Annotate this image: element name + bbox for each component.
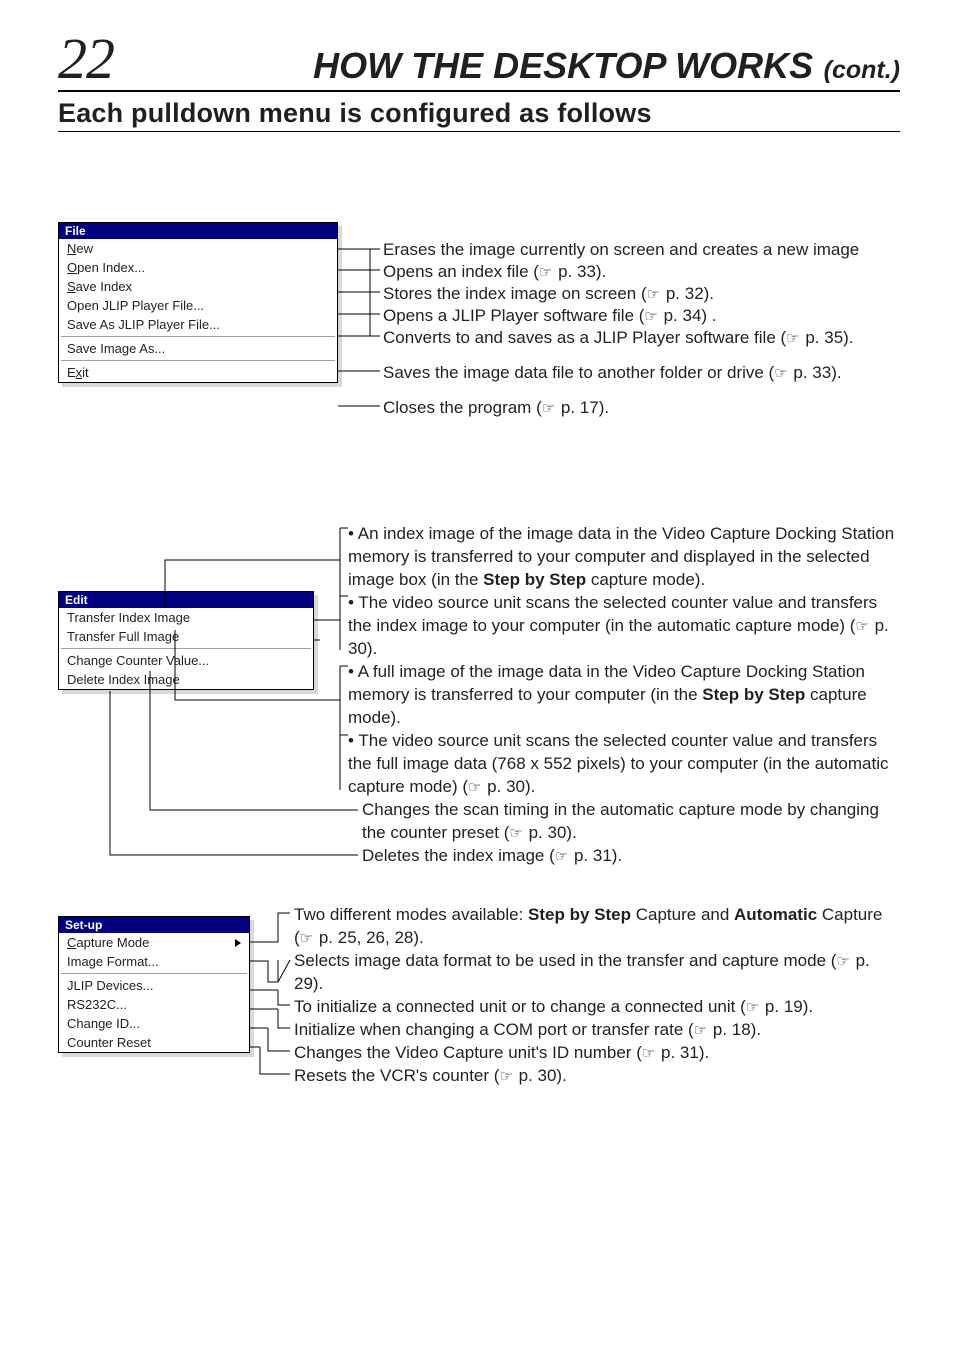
- menu-item-delete-index[interactable]: Delete Index Image: [59, 670, 313, 689]
- page-title-cont: (cont.): [824, 56, 900, 84]
- desc-jlip-devices: To initialize a connected unit or to cha…: [294, 996, 900, 1019]
- menu-item-image-format[interactable]: Image Format...: [59, 952, 249, 971]
- desc-transfer-index-bullet1: • An index image of the image data in th…: [348, 523, 902, 591]
- desc-change-id: Changes the Video Capture unit's ID numb…: [294, 1042, 900, 1065]
- desc-transfer-full-bullet2: • The video source unit scans the select…: [348, 730, 902, 798]
- menu-title-setup: Set-up: [59, 917, 249, 933]
- desc-delete-index: Deletes the index image ( p. 31).: [362, 845, 902, 868]
- menu-item-new[interactable]: New: [59, 239, 337, 258]
- page-title: HOW THE DESKTOP WORKS: [313, 45, 813, 86]
- desc-new: Erases the image currently on screen and…: [383, 239, 859, 262]
- desc-capture-mode: Two different modes available: Step by S…: [294, 904, 900, 950]
- desc-save-jlip: Converts to and saves as a JLIP Player s…: [383, 327, 854, 350]
- menu-item-jlip-devices[interactable]: JLIP Devices...: [59, 976, 249, 995]
- file-menu: File New Open Index... Save Index Open J…: [58, 222, 338, 383]
- menu-item-save-index[interactable]: Save Index: [59, 277, 337, 296]
- menu-item-capture-mode[interactable]: Capture Mode: [59, 933, 249, 952]
- desc-image-format: Selects image data format to be used in …: [294, 950, 900, 996]
- menu-item-open-index[interactable]: Open Index...: [59, 258, 337, 277]
- menu-separator: [61, 648, 311, 649]
- menu-item-transfer-index[interactable]: Transfer Index Image: [59, 608, 313, 627]
- menu-item-change-counter[interactable]: Change Counter Value...: [59, 651, 313, 670]
- desc-exit: Closes the program ( p. 17).: [383, 397, 609, 420]
- menu-item-exit[interactable]: Exit: [59, 363, 337, 382]
- menu-item-save-jlip[interactable]: Save As JLIP Player File...: [59, 315, 337, 334]
- menu-item-change-id[interactable]: Change ID...: [59, 1014, 249, 1033]
- menu-item-open-jlip[interactable]: Open JLIP Player File...: [59, 296, 337, 315]
- desc-rs232c: Initialize when changing a COM port or t…: [294, 1019, 900, 1042]
- desc-open-index: Opens an index file ( p. 33).: [383, 261, 606, 284]
- page-number: 22: [58, 30, 114, 88]
- menu-separator: [61, 973, 247, 974]
- setup-menu: Set-up Capture Mode Image Format... JLIP…: [58, 916, 250, 1053]
- menu-item-counter-reset[interactable]: Counter Reset: [59, 1033, 249, 1052]
- menu-title-edit: Edit: [59, 592, 313, 608]
- menu-separator: [61, 360, 335, 361]
- desc-transfer-index-bullet2: • The video source unit scans the select…: [348, 592, 902, 660]
- desc-transfer-full-bullet1: • A full image of the image data in the …: [348, 661, 902, 729]
- subtitle: Each pulldown menu is configured as foll…: [58, 98, 900, 132]
- menu-item-transfer-full[interactable]: Transfer Full Image: [59, 627, 313, 646]
- desc-counter-reset: Resets the VCR's counter ( p. 30).: [294, 1065, 900, 1088]
- menu-title-file: File: [59, 223, 337, 239]
- menu-separator: [61, 336, 335, 337]
- desc-save-image-as: Saves the image data file to another fol…: [383, 362, 842, 385]
- menu-item-rs232c[interactable]: RS232C...: [59, 995, 249, 1014]
- menu-item-save-image-as[interactable]: Save Image As...: [59, 339, 337, 358]
- desc-open-jlip: Opens a JLIP Player software file ( p. 3…: [383, 305, 717, 328]
- edit-menu: Edit Transfer Index Image Transfer Full …: [58, 591, 314, 690]
- desc-save-index: Stores the index image on screen ( p. 32…: [383, 283, 714, 306]
- desc-change-counter: Changes the scan timing in the automatic…: [362, 799, 902, 845]
